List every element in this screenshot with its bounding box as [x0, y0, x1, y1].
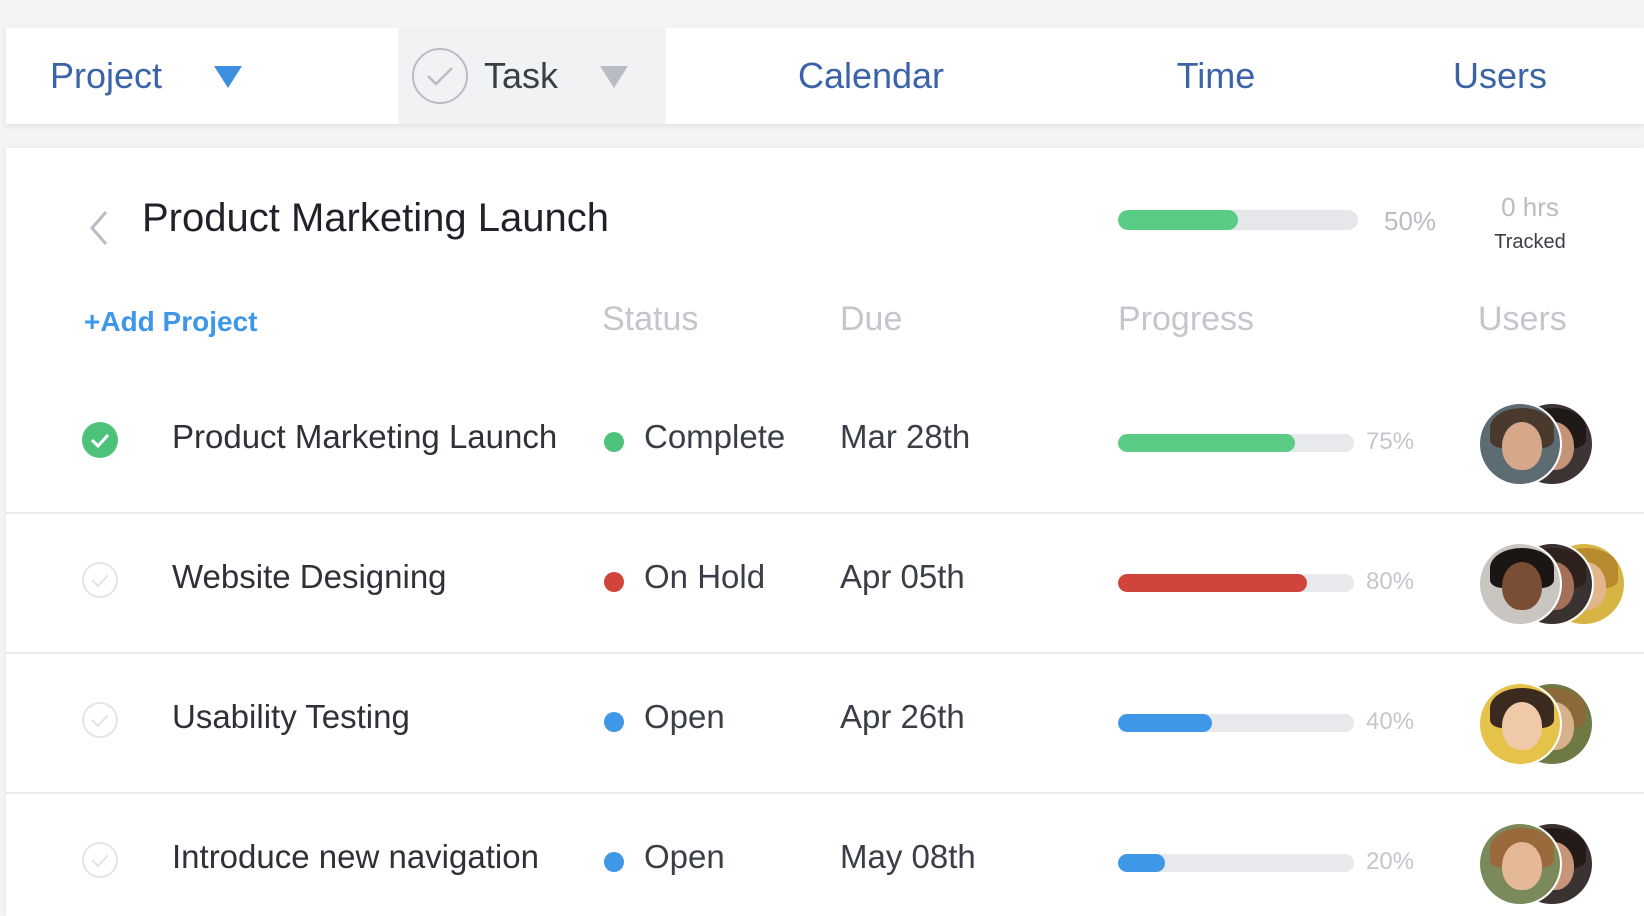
hours-label: Tracked	[1494, 231, 1566, 253]
page-title: Product Marketing Launch	[142, 196, 609, 240]
progress-percent: 40%	[1366, 708, 1415, 735]
avatar[interactable]	[1478, 542, 1562, 626]
progress-percent: 20%	[1366, 848, 1415, 875]
project-name[interactable]: Product Marketing Launch	[172, 418, 557, 456]
nav-project-label: Project	[50, 55, 163, 96]
checkmark-circle-icon	[412, 48, 468, 104]
status-label: Open	[644, 698, 725, 735]
due-date: Apr 05th	[840, 558, 965, 595]
top-nav: Project Task Calendar Time Users	[6, 28, 1644, 124]
avatar[interactable]	[1478, 822, 1562, 906]
nav-project-dropdown[interactable]: Project	[6, 28, 398, 124]
progress-bar-fill	[1118, 714, 1213, 732]
table-row[interactable]: Introduce new navigation Open May 08th 20%	[6, 794, 1644, 916]
checkmark-outline-icon[interactable]	[82, 562, 118, 598]
status-dot	[604, 852, 624, 872]
nav-time[interactable]: Time	[1076, 28, 1356, 124]
due-date: Apr 26th	[840, 698, 965, 735]
nav-task-dropdown[interactable]: Task	[398, 28, 666, 124]
status-dot	[604, 712, 624, 732]
avatar-group[interactable]	[1478, 542, 1626, 626]
nav-task-label: Task	[484, 55, 559, 96]
status-dot	[604, 432, 624, 452]
checkmark-outline-icon[interactable]	[82, 842, 118, 878]
progress-bar	[1118, 854, 1354, 872]
status-dot	[604, 572, 624, 592]
status-label: On Hold	[644, 558, 766, 595]
table-row[interactable]: Product Marketing Launch Complete Mar 28th…	[6, 374, 1644, 514]
add-project-link[interactable]: +Add Project	[84, 306, 257, 338]
table-row[interactable]: Website Designing On Hold Apr 05th 80%	[6, 514, 1644, 654]
project-card: Product Marketing Launch 50% 0 hrs Track…	[6, 148, 1644, 916]
column-header-progress[interactable]: Progress	[1118, 300, 1254, 339]
checkmark-filled-icon[interactable]	[82, 422, 118, 458]
avatar-face	[1502, 562, 1542, 610]
overall-progress-fill	[1118, 210, 1238, 230]
caret-down-icon	[600, 55, 629, 97]
progress-bar	[1118, 434, 1354, 452]
progress-bar	[1118, 574, 1354, 592]
progress-bar-fill	[1118, 574, 1307, 592]
column-header-status[interactable]: Status	[602, 300, 698, 339]
project-name[interactable]: Introduce new navigation	[172, 838, 539, 876]
hours-tracked: 0 hrs Tracked	[1470, 192, 1590, 254]
project-list: Product Marketing Launch Complete Mar 28th…	[6, 374, 1644, 916]
project-name[interactable]: Website Designing	[172, 558, 447, 596]
chevron-left-icon[interactable]	[86, 206, 112, 250]
avatar-group[interactable]	[1478, 402, 1618, 486]
overall-progress-bar	[1118, 210, 1358, 230]
nav-users[interactable]: Users	[1356, 28, 1644, 124]
table-row[interactable]: Usability Testing Open Apr 26th 40%	[6, 654, 1644, 794]
status-label: Complete	[644, 418, 786, 455]
progress-percent: 75%	[1366, 428, 1415, 455]
due-date: May 08th	[840, 838, 976, 875]
nav-calendar[interactable]: Calendar	[666, 28, 1076, 124]
avatar-face	[1502, 702, 1542, 750]
avatar[interactable]	[1478, 682, 1562, 766]
status-label: Open	[644, 838, 725, 875]
avatar-face	[1502, 842, 1542, 890]
hours-value: 0 hrs	[1501, 192, 1559, 222]
avatar-group[interactable]	[1478, 822, 1618, 906]
overall-progress-percent: 50%	[1384, 206, 1437, 236]
avatar[interactable]	[1478, 402, 1562, 486]
progress-bar-fill	[1118, 434, 1295, 452]
due-date: Mar 28th	[840, 418, 971, 455]
progress-percent: 80%	[1366, 568, 1415, 595]
project-name[interactable]: Usability Testing	[172, 698, 410, 736]
avatar-face	[1502, 422, 1542, 470]
column-header-users[interactable]: Users	[1478, 300, 1567, 339]
progress-bar-fill	[1118, 854, 1166, 872]
column-header-due[interactable]: Due	[840, 300, 902, 339]
progress-bar	[1118, 714, 1354, 732]
checkmark-outline-icon[interactable]	[82, 702, 118, 738]
avatar-group[interactable]	[1478, 682, 1618, 766]
caret-down-icon	[214, 55, 243, 97]
